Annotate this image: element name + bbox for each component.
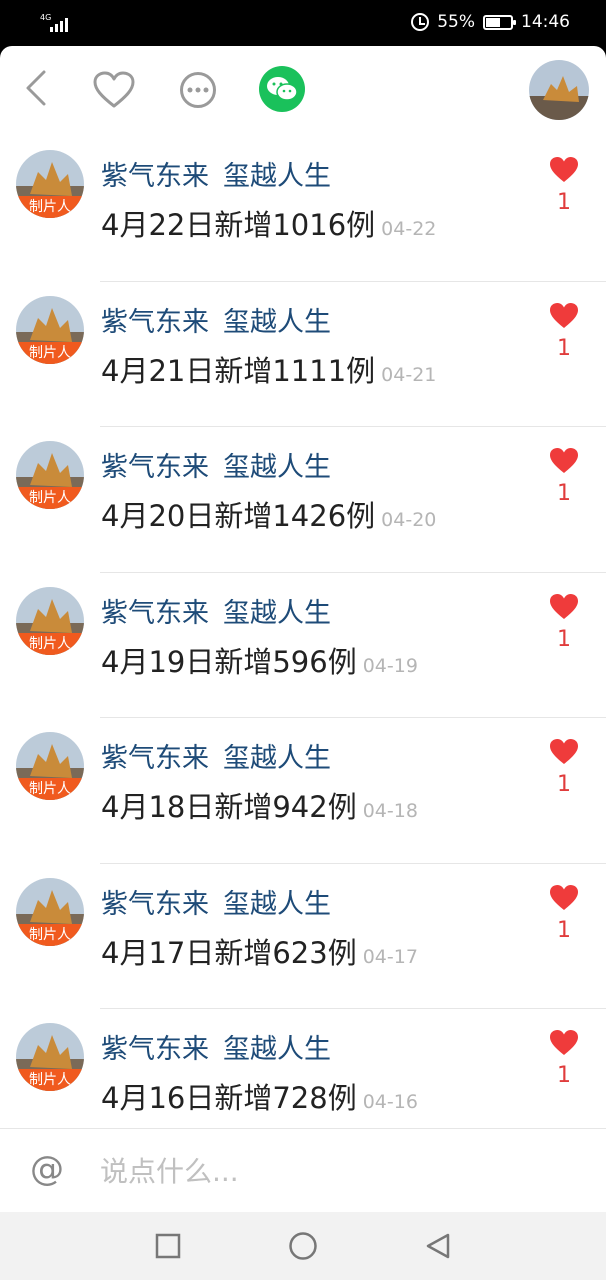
- comment-content: 4月16日新增728例 04-16: [101, 1075, 418, 1117]
- home-button[interactable]: [285, 1228, 321, 1264]
- back-triangle-icon: [426, 1233, 450, 1259]
- alarm-icon: [411, 13, 430, 31]
- comment-row[interactable]: 制片人 紫气东来 玺越人生 4月19日新增596例 04-19 1: [0, 573, 606, 718]
- home-circle-icon: [289, 1232, 317, 1260]
- comment-row[interactable]: 制片人 紫气东来 玺越人生 4月18日新增942例 04-18 1: [0, 718, 606, 864]
- wechat-share-button[interactable]: [259, 66, 305, 112]
- like-count: 1: [557, 1063, 571, 1088]
- more-button[interactable]: [178, 70, 218, 110]
- heart-icon[interactable]: [549, 738, 579, 766]
- comment-date: 04-17: [362, 945, 418, 968]
- role-badge: 制片人: [16, 487, 84, 509]
- role-badge: 制片人: [16, 196, 84, 218]
- like-count: 1: [557, 481, 571, 506]
- commenter-avatar[interactable]: 制片人: [16, 732, 84, 800]
- heart-icon[interactable]: [549, 884, 579, 912]
- heart-icon[interactable]: [549, 1029, 579, 1057]
- commenter-avatar[interactable]: 制片人: [16, 877, 84, 946]
- author-name[interactable]: 紫气东来 玺越人生: [101, 1027, 331, 1066]
- commenter-avatar[interactable]: 制片人: [16, 150, 84, 218]
- status-bar: 4G 55% 14:46: [0, 0, 606, 46]
- wechat-icon: [267, 77, 298, 101]
- comment-content: 4月17日新增623例 04-17: [101, 930, 418, 972]
- user-avatar[interactable]: [529, 60, 589, 120]
- author-name[interactable]: 紫气东来 玺越人生: [101, 591, 331, 630]
- comment-text: 4月16日新增728例: [101, 1081, 357, 1115]
- recents-button[interactable]: [150, 1228, 186, 1264]
- comment-row[interactable]: 制片人 紫气东来 玺越人生 4月17日新增623例 04-17 1: [0, 864, 606, 1009]
- status-right: 55% 14:46: [411, 12, 570, 32]
- recents-square-icon: [155, 1233, 181, 1259]
- role-badge: 制片人: [16, 632, 84, 655]
- comment-text: 4月21日新增1111例: [101, 353, 376, 388]
- comment-bar: @: [0, 1128, 606, 1212]
- comment-content: 4月20日新增1426例 04-20: [101, 493, 436, 535]
- comment-content: 4月19日新增596例 04-19: [101, 639, 418, 681]
- more-icon: [180, 72, 216, 108]
- commenter-avatar[interactable]: 制片人: [16, 295, 84, 364]
- role-badge: 制片人: [16, 1069, 84, 1091]
- comment-date: 04-19: [362, 654, 418, 677]
- comments-sheet: 制片人 紫气东来 玺越人生 4月22日新增1016例 04-22 1 制片人 紫气…: [0, 46, 606, 1280]
- author-name[interactable]: 紫气东来 玺越人生: [101, 736, 331, 775]
- heart-icon[interactable]: [549, 593, 579, 621]
- comment-text: 4月20日新增1426例: [101, 499, 376, 533]
- commenter-avatar[interactable]: 制片人: [16, 441, 84, 509]
- role-badge: 制片人: [16, 923, 84, 946]
- comment-content: 4月21日新增1111例 04-21: [101, 348, 436, 390]
- system-back-button[interactable]: [420, 1228, 456, 1264]
- clock: 14:46: [521, 12, 570, 32]
- heart-icon[interactable]: [549, 302, 579, 330]
- network-type: 4G: [40, 13, 52, 22]
- like-button[interactable]: [92, 68, 136, 112]
- comment-date: 04-16: [362, 1091, 418, 1113]
- author-name[interactable]: 紫气东来 玺越人生: [101, 154, 331, 193]
- system-nav-bar: [0, 1212, 606, 1280]
- back-button[interactable]: [18, 68, 54, 108]
- at-icon[interactable]: @: [30, 1149, 64, 1189]
- role-badge: 制片人: [16, 341, 84, 364]
- heart-outline-icon: [93, 71, 135, 108]
- comment-text: 4月22日新增1016例: [101, 208, 376, 242]
- avatar: [529, 60, 589, 120]
- like-count: 1: [557, 917, 571, 943]
- signal-icon: 4G: [40, 14, 70, 32]
- commenter-avatar[interactable]: 制片人: [16, 1023, 84, 1091]
- comment-row[interactable]: 制片人 紫气东来 玺越人生 4月22日新增1016例 04-22 1: [0, 136, 606, 282]
- battery-percent: 55%: [437, 12, 475, 32]
- comment-text: 4月19日新增596例: [101, 644, 357, 679]
- top-action-bar: [0, 46, 606, 136]
- like-count: 1: [557, 190, 571, 215]
- commenter-avatar[interactable]: 制片人: [16, 586, 84, 655]
- comment-date: 04-20: [381, 509, 437, 531]
- comment-text: 4月18日新增942例: [101, 790, 357, 824]
- heart-icon[interactable]: [549, 156, 579, 184]
- comment-date: 04-18: [362, 800, 418, 822]
- comment-list: 制片人 紫气东来 玺越人生 4月22日新增1016例 04-22 1 制片人 紫气…: [0, 136, 606, 1155]
- like-count: 1: [557, 772, 571, 797]
- comment-date: 04-22: [381, 218, 437, 240]
- like-count: 1: [557, 626, 571, 652]
- comment-row[interactable]: 制片人 紫气东来 玺越人生 4月21日新增1111例 04-21 1: [0, 282, 606, 427]
- comment-date: 04-21: [381, 363, 437, 386]
- battery-icon: [483, 14, 516, 30]
- back-icon: [26, 70, 46, 106]
- comment-content: 4月22日新增1016例 04-22: [101, 202, 436, 244]
- author-name[interactable]: 紫气东来 玺越人生: [101, 300, 331, 339]
- heart-icon[interactable]: [549, 447, 579, 475]
- comment-content: 4月18日新增942例 04-18: [101, 784, 418, 826]
- comment-row[interactable]: 制片人 紫气东来 玺越人生 4月20日新增1426例 04-20 1: [0, 427, 606, 573]
- like-count: 1: [557, 335, 571, 361]
- author-name[interactable]: 紫气东来 玺越人生: [101, 445, 331, 484]
- role-badge: 制片人: [16, 778, 84, 800]
- author-name[interactable]: 紫气东来 玺越人生: [101, 882, 331, 921]
- comment-input[interactable]: [100, 1149, 570, 1193]
- comment-text: 4月17日新增623例: [101, 935, 357, 970]
